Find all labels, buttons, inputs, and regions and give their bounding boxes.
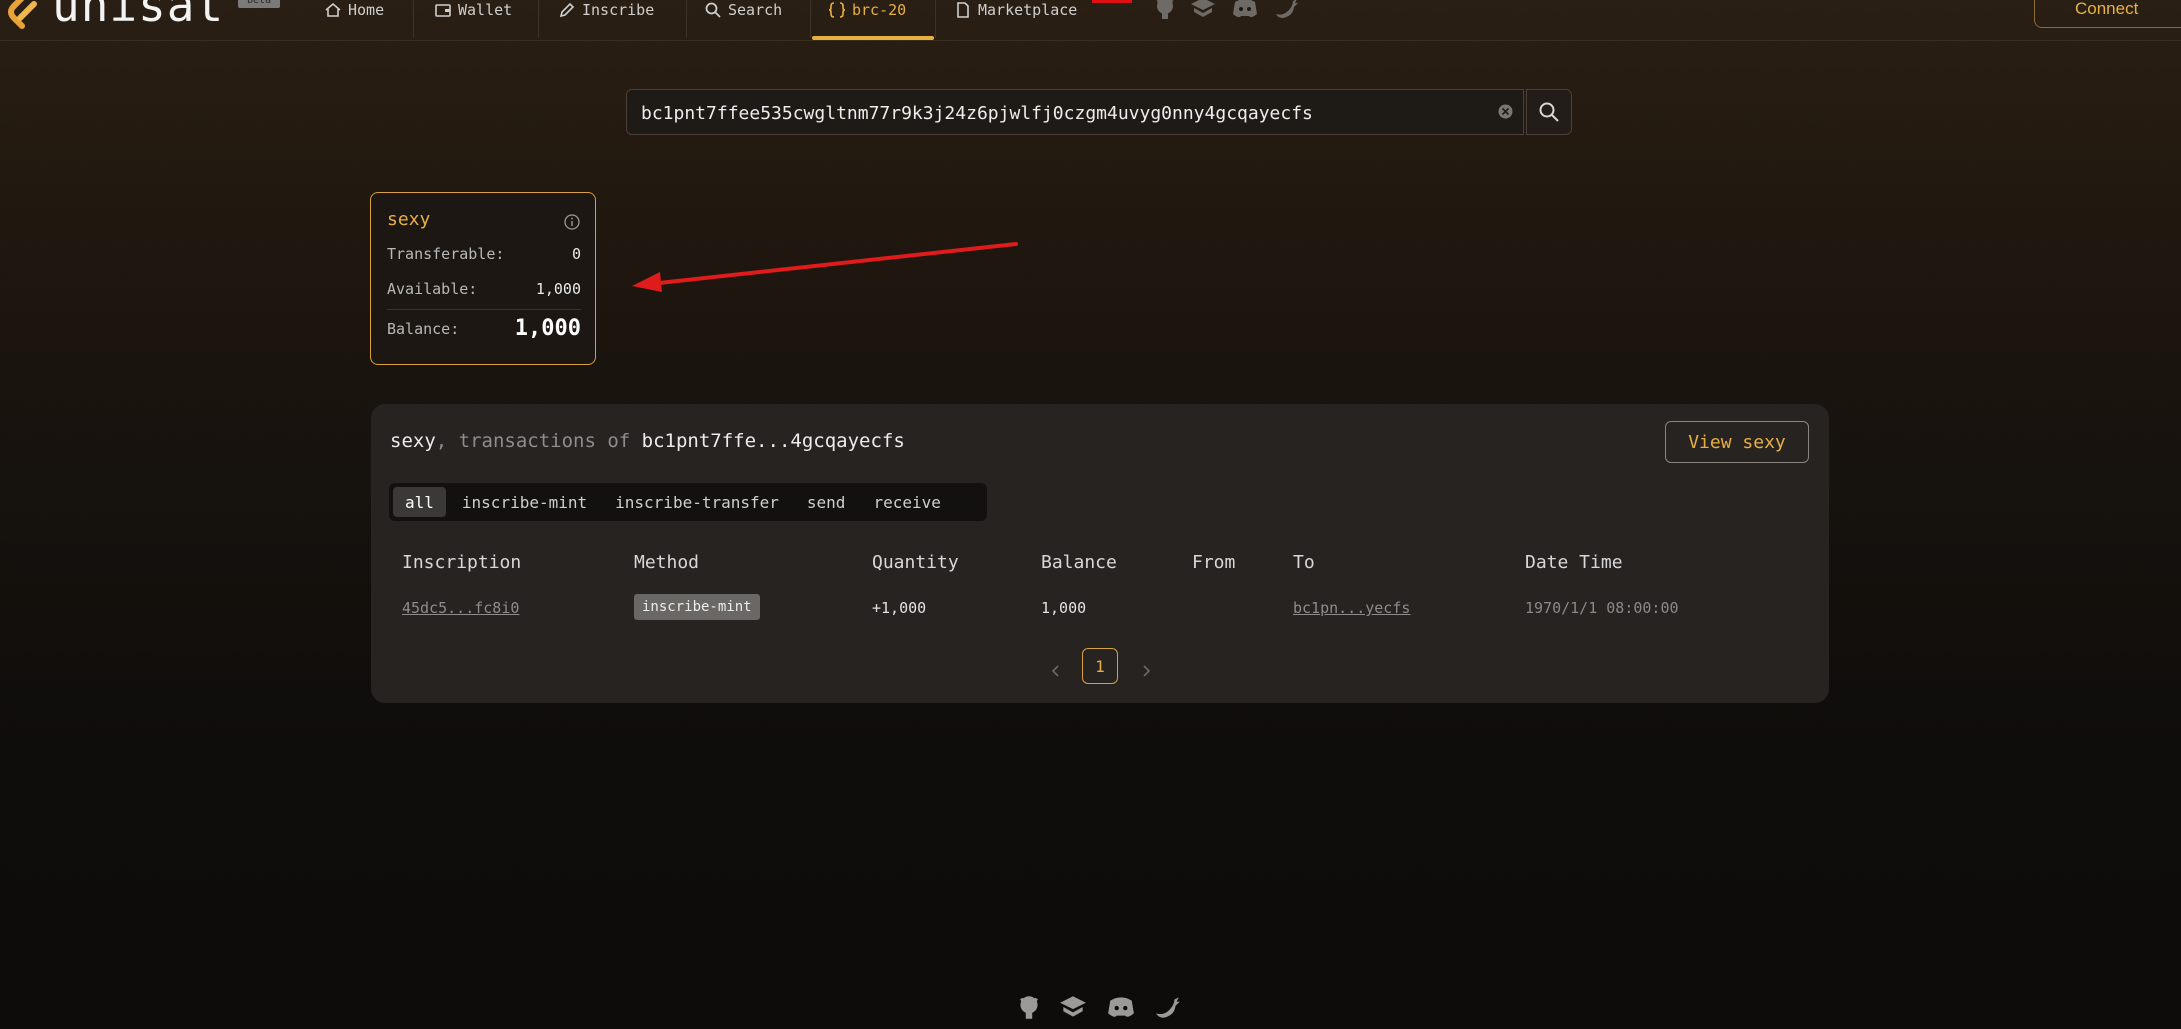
github-icon[interactable]: [1014, 992, 1044, 1022]
nav-divider: [686, 0, 687, 38]
to-address-link[interactable]: bc1pn...yecfs: [1293, 599, 1410, 617]
balance-cell: 1,000: [1041, 599, 1087, 617]
beta-badge: beta: [238, 0, 280, 8]
method-badge: inscribe-mint: [634, 594, 760, 620]
col-quantity: Quantity: [872, 552, 959, 573]
available-row: Available: 1,000: [387, 280, 581, 298]
tab-all[interactable]: all: [393, 487, 446, 517]
tab-send[interactable]: send: [795, 487, 858, 517]
balance-row: Balance: 1,000: [387, 316, 581, 341]
brand-name[interactable]: unisat: [52, 0, 224, 28]
search-box: [626, 89, 1524, 135]
home-icon: [325, 2, 341, 17]
pencil-icon: [559, 2, 575, 18]
col-datetime: Date Time: [1525, 552, 1623, 573]
available-value: 1,000: [535, 280, 581, 298]
balance-value: 1,000: [514, 316, 581, 341]
wallet-icon: [435, 4, 451, 17]
nav-wallet[interactable]: Wallet: [424, 0, 522, 28]
nav-brc20[interactable]: brc-20: [818, 0, 916, 28]
nav-search-label: Search: [728, 1, 783, 19]
nav-marketplace[interactable]: Marketplace: [944, 0, 1087, 28]
nav-inscribe[interactable]: Inscribe: [548, 0, 664, 28]
chevron-left-icon[interactable]: [1046, 661, 1066, 681]
nav-home[interactable]: Home: [314, 0, 394, 28]
docs-icon[interactable]: [1058, 992, 1088, 1022]
braces-icon: [828, 2, 846, 18]
card-divider: [387, 309, 581, 310]
panel-title: sexy, transactions of bc1pnt7ffe...4gcqa…: [390, 430, 905, 452]
chevron-right-icon[interactable]: [1136, 661, 1156, 681]
nav-inscribe-label: Inscribe: [582, 1, 655, 19]
inscription-link[interactable]: 45dc5...fc8i0: [402, 599, 519, 617]
nav-search[interactable]: Search: [694, 0, 792, 28]
col-inscription: Inscription: [402, 552, 522, 573]
tab-inscribe-mint[interactable]: inscribe-mint: [450, 487, 599, 517]
col-balance: Balance: [1041, 552, 1117, 573]
quantity-cell: +1,000: [872, 599, 927, 617]
nav-wallet-label: Wallet: [458, 1, 513, 19]
top-nav: unisat beta Home Wallet Inscribe Search …: [0, 0, 2181, 41]
view-token-button[interactable]: View sexy: [1665, 421, 1809, 463]
nav-divider: [935, 0, 936, 38]
twitter-icon[interactable]: [1153, 992, 1183, 1022]
tab-inscribe-transfer[interactable]: inscribe-transfer: [603, 487, 791, 517]
tx-filter-tabs: all inscribe-mint inscribe-transfer send…: [389, 483, 987, 521]
panel-address: bc1pnt7ffe...4gcqayecfs: [641, 430, 905, 452]
active-nav-indicator: [812, 36, 934, 40]
unisat-logo-icon[interactable]: [6, 0, 40, 36]
balance-label: Balance:: [387, 320, 460, 338]
nav-marketplace-label: Marketplace: [978, 1, 1078, 19]
transferable-label: Transferable:: [387, 245, 505, 263]
docs-icon[interactable]: [1189, 0, 1217, 22]
nav-brc20-label: brc-20: [852, 1, 907, 19]
tab-receive[interactable]: receive: [861, 487, 952, 517]
clear-icon[interactable]: [1497, 103, 1514, 120]
discord-icon[interactable]: [1106, 992, 1136, 1022]
nav-divider: [413, 0, 414, 38]
page-current[interactable]: 1: [1082, 648, 1118, 684]
panel-title-sep: , transactions of: [435, 430, 642, 452]
col-to: To: [1293, 552, 1315, 573]
col-method: Method: [634, 552, 700, 573]
search-button[interactable]: [1526, 89, 1572, 135]
token-ticker: sexy: [387, 209, 431, 230]
nav-divider: [810, 0, 811, 38]
transferable-value: 0: [571, 245, 581, 263]
info-icon[interactable]: [563, 213, 581, 231]
document-icon: [957, 2, 969, 18]
available-label: Available:: [387, 280, 478, 298]
token-balance-card[interactable]: sexy Transferable: 0 Available: 1,000 Ba…: [370, 192, 596, 365]
search-icon: [705, 2, 721, 18]
discord-icon[interactable]: [1231, 0, 1259, 22]
search-input[interactable]: [639, 98, 1483, 128]
annotation-arrow-icon: [632, 242, 1018, 292]
transferable-row: Transferable: 0: [387, 245, 581, 263]
connect-button[interactable]: Connect: [2034, 0, 2181, 28]
annotation-mark: [1092, 0, 1132, 3]
github-icon[interactable]: [1151, 0, 1179, 22]
twitter-icon[interactable]: [1273, 0, 1301, 22]
datetime-cell: 1970/1/1 08:00:00: [1525, 599, 1679, 617]
nav-home-label: Home: [348, 1, 385, 19]
search-icon: [1539, 102, 1559, 122]
panel-ticker: sexy: [390, 430, 436, 452]
transactions-panel: sexy, transactions of bc1pnt7ffe...4gcqa…: [371, 404, 1829, 703]
nav-divider: [538, 0, 539, 38]
col-from: From: [1192, 552, 1236, 573]
